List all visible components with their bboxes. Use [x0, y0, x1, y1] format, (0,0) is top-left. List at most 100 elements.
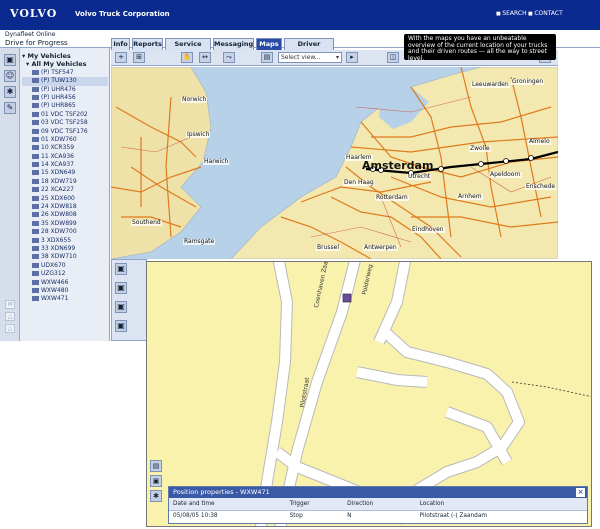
- table-body: 05/08/05 10:38 Stop N Pilotstraat (-) Zaand…: [169, 510, 587, 522]
- print-icon[interactable]: ▤: [261, 52, 273, 63]
- truck-icon: [32, 204, 39, 210]
- vehicle-label: (P) TUW130: [41, 77, 77, 85]
- truck-icon: [32, 162, 39, 168]
- vehicle-item[interactable]: 26 XDW808: [22, 211, 108, 219]
- tree-group[interactable]: ▾ All My Vehicles: [22, 60, 108, 68]
- vehicle-label: (P) UHR476: [41, 85, 76, 93]
- city-label: Leeuwarden: [471, 81, 510, 88]
- vehicle-label: 3 XDX655: [41, 236, 72, 244]
- truck-icon: [32, 296, 39, 302]
- vehicle-item[interactable]: 15 XDN649: [22, 169, 108, 177]
- vehicle-label: 14 XCA937: [41, 161, 74, 169]
- select-view-dropdown[interactable]: Select view... ▾: [278, 52, 342, 63]
- tab-maps[interactable]: Maps: [256, 38, 282, 50]
- city-label: Groningen: [511, 78, 545, 85]
- measure-icon[interactable]: ↔: [199, 52, 211, 63]
- vehicle-item[interactable]: (P) UHR456: [22, 94, 108, 102]
- route-icon[interactable]: ⤳: [223, 52, 235, 63]
- vehicle-item[interactable]: 38 XDW710: [22, 253, 108, 261]
- close-icon[interactable]: ×: [576, 488, 585, 497]
- truck-icon[interactable]: ▣: [115, 301, 127, 313]
- vehicle-item[interactable]: (P) TSF547: [22, 69, 108, 77]
- vehicle-label: 38 XDW710: [41, 253, 77, 261]
- vehicle-item[interactable]: 33 XDN699: [22, 245, 108, 253]
- vehicle-tree: ▾ My Vehicles ▾ All My Vehicles (P) TSF5…: [22, 52, 108, 342]
- vehicle-item[interactable]: 28 XDW700: [22, 228, 108, 236]
- pan-icon[interactable]: ✋: [181, 52, 193, 63]
- overview-map[interactable]: Amsterdam Zwolle Enschede Arnhem Rotterdam Ha…: [111, 67, 558, 259]
- vehicle-item[interactable]: WXW480: [22, 287, 108, 295]
- truck-icon: [32, 271, 39, 277]
- vehicle-item[interactable]: 22 XCA227: [22, 186, 108, 194]
- vehicle-item[interactable]: (P) TUW130: [22, 77, 108, 86]
- truck-icon: [32, 212, 39, 218]
- vehicle-label: UZG312: [41, 270, 66, 278]
- vehicle-item[interactable]: 35 XDW899: [22, 220, 108, 228]
- contact-link[interactable]: CONTACT: [528, 10, 562, 17]
- truck-icon[interactable]: ▣: [150, 475, 162, 487]
- vehicle-label: 25 XDX600: [41, 194, 75, 202]
- people-icon[interactable]: ☺: [4, 70, 16, 82]
- vehicle-label: 22 XCA227: [41, 186, 74, 194]
- vehicle-item[interactable]: UDX670: [22, 262, 108, 270]
- mail-icon[interactable]: ✉: [5, 300, 15, 309]
- vehicle-item[interactable]: 03 VDC TSF258: [22, 119, 108, 127]
- warning-icon[interactable]: △: [5, 324, 15, 333]
- vehicle-item[interactable]: WXW466: [22, 279, 108, 287]
- vehicle-item[interactable]: 10 XCR359: [22, 144, 108, 152]
- tab-messaging[interactable]: Messaging: [213, 38, 254, 50]
- tab-info[interactable]: Info: [111, 38, 130, 50]
- city-label: Almelo: [528, 138, 551, 145]
- company-name: Volvo Truck Corporation: [75, 10, 170, 18]
- vehicle-item[interactable]: 25 XDX600: [22, 195, 108, 203]
- city-label: Zwolle: [469, 145, 491, 152]
- zoom-extent-icon[interactable]: ⊞: [133, 52, 145, 63]
- vehicle-item[interactable]: 09 VDC TSF176: [22, 128, 108, 136]
- column-header[interactable]: Direction: [343, 498, 416, 511]
- vehicle-item[interactable]: 01 XDW760: [22, 136, 108, 144]
- column-header[interactable]: Location: [415, 498, 587, 511]
- vehicle-label: 33 XDN699: [41, 244, 76, 252]
- alert-icon[interactable]: △: [5, 312, 15, 321]
- zoom-in-icon[interactable]: +: [115, 52, 127, 63]
- vehicle-label: 18 XDW719: [41, 177, 77, 185]
- vehicle-label: 01 VDC TSF202: [41, 110, 88, 118]
- vehicle-item[interactable]: 14 XCA937: [22, 161, 108, 169]
- truck-icon[interactable]: ▣: [115, 282, 127, 294]
- truck-icon[interactable]: ▣: [115, 263, 127, 275]
- vehicle-item[interactable]: 24 XDW818: [22, 203, 108, 211]
- settings-icon[interactable]: ✱: [4, 86, 16, 98]
- vehicles-icon[interactable]: ▣: [4, 54, 16, 66]
- column-header[interactable]: Trigger: [285, 498, 344, 511]
- table-icon[interactable]: ▤: [150, 460, 162, 472]
- vehicle-item[interactable]: 18 XDW719: [22, 178, 108, 186]
- vehicle-item[interactable]: (P) UHR865: [22, 102, 108, 110]
- truck-icon[interactable]: ▣: [115, 320, 127, 332]
- truck-icon: [32, 153, 39, 159]
- vehicle-item[interactable]: 3 XDX655: [22, 237, 108, 245]
- truck-icon: [32, 120, 39, 126]
- tree-root[interactable]: ▾ My Vehicles: [22, 52, 108, 60]
- top-header: VOLVO Volvo Truck Corporation SEARCH CON…: [0, 0, 600, 30]
- tab-reports[interactable]: Reports: [132, 38, 163, 50]
- go-icon[interactable]: ▸: [346, 52, 358, 63]
- search-link[interactable]: SEARCH: [496, 10, 526, 17]
- truck-icon: [32, 245, 39, 251]
- vehicle-item[interactable]: UZG312: [22, 270, 108, 278]
- vehicle-item[interactable]: WXW471: [22, 295, 108, 303]
- column-header[interactable]: Date and time: [169, 498, 286, 511]
- table-row[interactable]: 05/08/05 10:38 Stop N Pilotstraat (-) Zaand…: [169, 510, 587, 522]
- vehicle-item[interactable]: (P) UHR476: [22, 86, 108, 94]
- vehicle-item[interactable]: 11 XCA936: [22, 153, 108, 161]
- tab-service-plan[interactable]: Service Plan: [165, 38, 211, 59]
- tab-driver-activity[interactable]: Driver Activity: [284, 38, 334, 59]
- table-cell: N: [347, 513, 352, 520]
- sidebar-toolbar: ▣ ☺ ✱ ✎ ✉ △ △: [0, 48, 20, 341]
- wrench-icon[interactable]: ✎: [4, 102, 16, 114]
- vehicle-label: 15 XDN649: [41, 169, 76, 177]
- vehicle-item[interactable]: 01 VDC TSF202: [22, 111, 108, 119]
- layers-icon[interactable]: ◫: [387, 52, 399, 63]
- vehicle-list: (P) TSF547 (P) TUW130 (P) UHR476 (P) UHR456…: [22, 69, 108, 304]
- city-label: Antwerpen: [363, 244, 398, 251]
- settings-icon[interactable]: ✱: [150, 490, 162, 502]
